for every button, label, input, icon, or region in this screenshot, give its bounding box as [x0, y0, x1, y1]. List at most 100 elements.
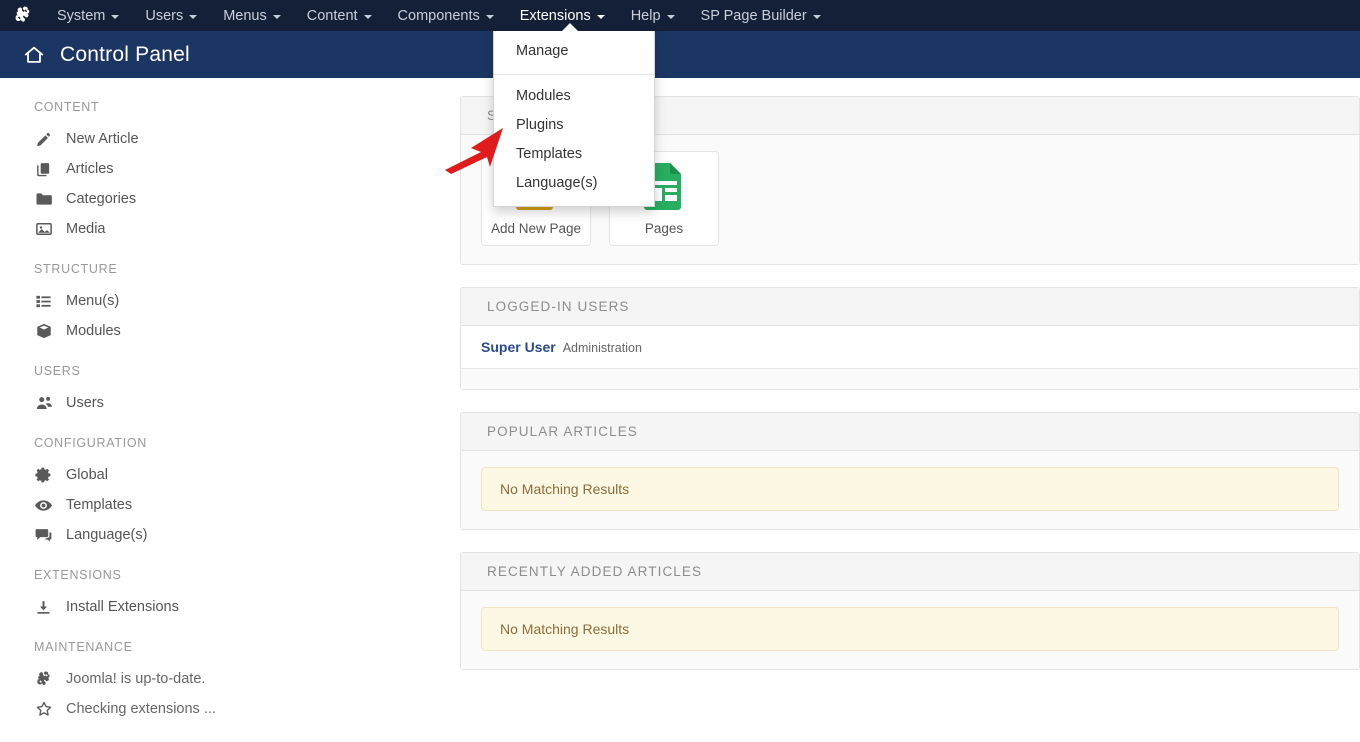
- copy-icon: [34, 160, 53, 179]
- sidebar-item-label: Joomla! is up-to-date.: [66, 670, 206, 687]
- sidebar-item-joomla-status[interactable]: Joomla! is up-to-date.: [34, 664, 440, 694]
- panel-body-popular-articles: No Matching Results: [461, 451, 1359, 529]
- user-role-label: Administration: [562, 341, 642, 355]
- sidebar-item-global[interactable]: Global: [34, 460, 440, 490]
- menu-menus-label: Menus: [223, 7, 267, 24]
- empty-state-message: No Matching Results: [481, 607, 1339, 651]
- sidebar-group-title-users: USERS: [34, 364, 81, 378]
- gear-icon: [34, 466, 53, 485]
- sidebar-item-label: Install Extensions: [66, 598, 179, 615]
- sidebar-item-label: New Article: [66, 130, 139, 147]
- sidebar-group-title-configuration: CONFIGURATION: [34, 436, 148, 450]
- menu-users[interactable]: Users: [132, 0, 210, 31]
- tile-label: Pages: [644, 221, 684, 236]
- menu-extensions[interactable]: Extensions: [507, 0, 618, 32]
- chevron-down-icon: [363, 14, 372, 19]
- sidebar-item-checking-extensions[interactable]: Checking extensions ...: [34, 694, 440, 724]
- chevron-down-icon: [812, 14, 821, 19]
- extensions-dropdown-menu: Manage Modules Plugins Templates Languag…: [493, 31, 655, 207]
- menu-content-label: Content: [306, 7, 358, 24]
- panel-title-logged-in-users: LOGGED-IN USERS: [461, 288, 1359, 326]
- eye-icon: [34, 496, 53, 515]
- menu-system[interactable]: System: [44, 0, 132, 31]
- panel-footer-spacer: [461, 369, 1359, 389]
- sidebar-item-label: Users: [66, 394, 104, 411]
- menu-components[interactable]: Components: [385, 0, 507, 31]
- user-name-link[interactable]: Super User: [481, 339, 556, 355]
- download-icon: [34, 598, 53, 617]
- sidebar-group-title-content: CONTENT: [34, 100, 100, 114]
- menu-components-label: Components: [397, 7, 480, 24]
- menu-users-label: Users: [145, 7, 184, 24]
- sidebar-item-articles[interactable]: Articles: [34, 154, 440, 184]
- star-icon: [34, 700, 53, 719]
- panel-title-popular-articles: POPULAR ARTICLES: [461, 413, 1359, 451]
- sidebar: CONTENT New Article Articles Categories: [0, 78, 440, 742]
- sidebar-item-install-extensions[interactable]: Install Extensions: [34, 592, 440, 622]
- sidebar-item-label: Modules: [66, 322, 121, 339]
- menu-system-label: System: [57, 7, 106, 24]
- pencil-icon: [34, 130, 53, 149]
- sidebar-item-modules[interactable]: Modules: [34, 316, 440, 346]
- sidebar-item-label: Articles: [66, 160, 114, 177]
- sidebar-item-label: Menu(s): [66, 292, 120, 309]
- chevron-down-icon: [111, 14, 120, 19]
- chevron-down-icon: [272, 14, 281, 19]
- sidebar-item-new-article[interactable]: New Article: [34, 124, 440, 154]
- panel-logged-in-users: LOGGED-IN USERS Super User Administratio…: [460, 287, 1360, 390]
- chevron-down-icon: [485, 14, 494, 19]
- menu-content[interactable]: Content: [294, 0, 385, 31]
- panel-title-recently-added-articles: RECENTLY ADDED ARTICLES: [461, 553, 1359, 591]
- sidebar-item-templates[interactable]: Templates: [34, 490, 440, 520]
- chevron-down-icon: [596, 14, 605, 19]
- tile-label: Add New Page: [490, 221, 582, 236]
- menu-sp-page-builder[interactable]: SP Page Builder: [688, 0, 834, 31]
- sidebar-group-title-extensions: EXTENSIONS: [34, 568, 122, 582]
- sidebar-item-label: Language(s): [66, 526, 148, 543]
- panel-recently-added-articles: RECENTLY ADDED ARTICLES No Matching Resu…: [460, 552, 1360, 670]
- menu-sp-page-builder-label: SP Page Builder: [700, 7, 807, 24]
- sidebar-item-label: Categories: [66, 190, 137, 207]
- page-header-bar: Control Panel: [0, 31, 1360, 78]
- joomla-logo-icon: [34, 670, 53, 689]
- sidebar-group-extensions: EXTENSIONS Install Extensions: [34, 568, 440, 622]
- list-icon: [34, 292, 53, 311]
- cube-icon: [34, 322, 53, 341]
- dropdown-item-modules[interactable]: Modules: [494, 82, 654, 111]
- dropdown-item-languages[interactable]: Language(s): [494, 169, 654, 198]
- menu-extensions-label: Extensions: [519, 7, 591, 24]
- sidebar-item-media[interactable]: Media: [34, 214, 440, 244]
- dropdown-item-plugins[interactable]: Plugins: [494, 111, 654, 140]
- sidebar-group-users: USERS Users: [34, 364, 440, 418]
- joomla-logo-icon[interactable]: [0, 0, 44, 31]
- sidebar-group-configuration: CONFIGURATION Global Templates Language(…: [34, 436, 440, 550]
- panel-popular-articles: POPULAR ARTICLES No Matching Results: [460, 412, 1360, 530]
- dropdown-divider: [494, 74, 654, 75]
- sidebar-group-title-maintenance: MAINTENANCE: [34, 640, 133, 654]
- sidebar-item-languages[interactable]: Language(s): [34, 520, 440, 550]
- menu-menus[interactable]: Menus: [210, 0, 294, 31]
- sidebar-item-menus[interactable]: Menu(s): [34, 286, 440, 316]
- sidebar-item-categories[interactable]: Categories: [34, 184, 440, 214]
- folder-icon: [34, 190, 53, 209]
- sidebar-item-label: Media: [66, 220, 106, 237]
- users-icon: [34, 394, 53, 413]
- home-icon: [22, 44, 46, 66]
- sidebar-item-label: Global: [66, 466, 108, 483]
- page-title: Control Panel: [60, 42, 190, 66]
- sidebar-item-users[interactable]: Users: [34, 388, 440, 418]
- dropdown-item-templates[interactable]: Templates: [494, 140, 654, 169]
- content-area: CONTENT New Article Articles Categories: [0, 78, 1360, 735]
- sidebar-group-title-structure: STRUCTURE: [34, 262, 118, 276]
- empty-state-message: No Matching Results: [481, 467, 1339, 511]
- top-menu-bar: System Users Menus Content Components Ex…: [0, 0, 1360, 32]
- sidebar-item-label: Checking extensions ...: [66, 700, 216, 717]
- dropdown-item-manage[interactable]: Manage: [494, 37, 654, 66]
- menu-help[interactable]: Help: [618, 0, 688, 31]
- chevron-down-icon: [189, 14, 198, 19]
- panel-body-recently-added-articles: No Matching Results: [461, 591, 1359, 669]
- chevron-down-icon: [666, 14, 675, 19]
- menu-help-label: Help: [630, 7, 661, 24]
- sidebar-group-content: CONTENT New Article Articles Categories: [34, 100, 440, 244]
- sidebar-group-structure: STRUCTURE Menu(s) Modules: [34, 262, 440, 346]
